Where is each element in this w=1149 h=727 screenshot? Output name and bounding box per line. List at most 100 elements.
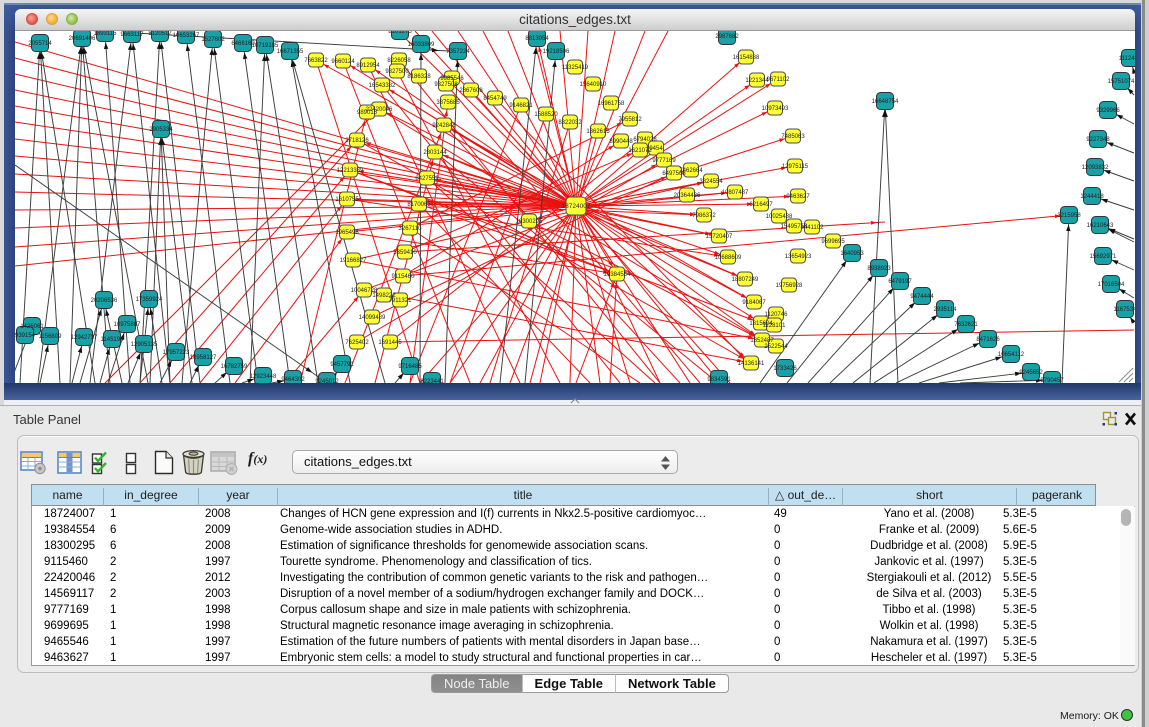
svg-text:7955812: 7955812 xyxy=(618,117,642,123)
svg-text:9663117: 9663117 xyxy=(121,32,145,38)
svg-text:1167534: 1167534 xyxy=(1114,307,1135,313)
svg-text:20364436: 20364436 xyxy=(674,193,701,199)
svg-text:1527602: 1527602 xyxy=(201,37,225,43)
svg-text:15720407: 15720407 xyxy=(706,234,733,240)
svg-text:9660124: 9660124 xyxy=(331,59,355,65)
svg-text:1965498: 1965498 xyxy=(335,230,359,236)
svg-text:6794028: 6794028 xyxy=(633,137,657,143)
svg-text:17016504: 17016504 xyxy=(1098,282,1125,288)
svg-text:8170065: 8170065 xyxy=(407,202,431,208)
svg-text:1893115: 1893115 xyxy=(94,31,118,37)
svg-text:9671102: 9671102 xyxy=(767,77,791,83)
svg-text:16210643: 16210643 xyxy=(1087,223,1114,229)
svg-text:939154: 939154 xyxy=(15,333,36,339)
svg-text:20691406: 20691406 xyxy=(69,36,96,42)
svg-text:19166827: 19166827 xyxy=(340,258,367,264)
svg-text:7663822: 7663822 xyxy=(304,58,328,64)
svg-text:3267110: 3267110 xyxy=(399,226,423,232)
svg-text:10958127: 10958127 xyxy=(190,355,217,361)
svg-text:16154838: 16154838 xyxy=(733,55,760,61)
svg-text:2718126: 2718126 xyxy=(345,138,369,144)
svg-text:9457791: 9457791 xyxy=(330,362,354,368)
svg-text:1112480: 1112480 xyxy=(1119,56,1135,62)
svg-text:2987682: 2987682 xyxy=(715,34,739,40)
svg-text:7911321: 7911321 xyxy=(389,298,413,304)
svg-text:9242848: 9242848 xyxy=(432,123,456,129)
svg-text:1691445: 1691445 xyxy=(378,340,402,346)
svg-text:10973493: 10973493 xyxy=(762,106,789,112)
svg-text:1610755: 1610755 xyxy=(335,197,359,203)
svg-text:15640910: 15640910 xyxy=(580,82,607,88)
svg-text:8427552: 8427552 xyxy=(415,176,439,182)
svg-text:10654112: 10654112 xyxy=(998,352,1025,358)
svg-text:8813054: 8813054 xyxy=(525,36,549,42)
svg-text:18807249: 18807249 xyxy=(732,277,759,283)
svg-text:10807487: 10807487 xyxy=(722,190,749,196)
svg-text:12213389: 12213389 xyxy=(337,168,364,174)
svg-text:9454: 9454 xyxy=(649,146,663,152)
svg-text:15751074: 15751074 xyxy=(1108,79,1135,85)
svg-text:16961758: 16961758 xyxy=(598,101,625,107)
svg-text:10653267: 10653267 xyxy=(173,33,200,39)
svg-text:12093832: 12093832 xyxy=(1082,165,1109,171)
svg-text:1588520: 1588520 xyxy=(534,112,558,118)
svg-text:2803144: 2803144 xyxy=(423,150,447,156)
svg-text:9777169: 9777169 xyxy=(652,158,676,164)
svg-text:8186328: 8186328 xyxy=(407,74,431,80)
svg-text:8990448: 8990448 xyxy=(609,139,633,145)
svg-text:13654923: 13654923 xyxy=(785,254,812,260)
svg-text:10719185: 10719185 xyxy=(252,43,279,49)
svg-text:9146821: 9146821 xyxy=(509,103,533,109)
svg-text:6479197: 6479197 xyxy=(888,279,912,285)
svg-text:7357224: 7357224 xyxy=(446,49,470,55)
svg-text:16648754: 16648754 xyxy=(872,99,899,105)
svg-text:1425061: 1425061 xyxy=(20,324,44,330)
svg-text:1733426: 1733426 xyxy=(773,366,797,372)
svg-text:20206536: 20206536 xyxy=(91,298,118,304)
svg-text:17359924: 17359924 xyxy=(136,297,163,303)
svg-text:15692971: 15692971 xyxy=(1090,254,1117,260)
svg-text:1120746: 1120746 xyxy=(765,312,789,318)
svg-text:7462664: 7462664 xyxy=(679,168,703,174)
svg-text:9227348: 9227348 xyxy=(1086,137,1110,143)
svg-text:8441102: 8441102 xyxy=(801,225,825,231)
svg-text:1156809: 1156809 xyxy=(39,334,63,340)
svg-text:2522544: 2522544 xyxy=(764,344,788,350)
svg-text:19756928: 19756928 xyxy=(776,283,803,289)
svg-text:18724007: 18724007 xyxy=(562,203,591,210)
svg-text:9115460: 9115460 xyxy=(392,274,416,280)
svg-text:12923448: 12923448 xyxy=(250,374,277,380)
svg-text:9474444: 9474444 xyxy=(910,294,934,300)
svg-text:1362615: 1362615 xyxy=(586,129,610,135)
svg-text:3215958: 3215958 xyxy=(1057,213,1081,219)
svg-text:1145194: 1145194 xyxy=(101,337,125,343)
svg-text:12975115: 12975115 xyxy=(782,164,809,170)
svg-text:989015: 989015 xyxy=(357,110,378,116)
svg-text:7625402: 7625402 xyxy=(345,340,369,346)
svg-text:1244418: 1244418 xyxy=(1080,194,1104,200)
svg-text:9327500: 9327500 xyxy=(385,69,409,75)
svg-text:14099489: 14099489 xyxy=(359,315,386,321)
svg-text:12905135: 12905135 xyxy=(131,342,158,348)
svg-text:14136141: 14136141 xyxy=(738,361,765,367)
svg-text:11325419: 11325419 xyxy=(562,65,589,71)
svg-text:9329966: 9329966 xyxy=(1096,108,1120,114)
svg-text:8471626: 8471626 xyxy=(976,337,1000,343)
svg-text:16671355: 16671355 xyxy=(277,49,304,55)
svg-text:7485063: 7485063 xyxy=(781,134,805,140)
svg-text:3824554: 3824554 xyxy=(699,179,723,185)
svg-text:3875685: 3875685 xyxy=(436,100,460,106)
svg-text:10688609: 10688609 xyxy=(715,255,742,261)
svg-text:9699695: 9699695 xyxy=(821,239,845,245)
svg-text:8912954: 8912954 xyxy=(356,63,380,69)
svg-text:9463627: 9463627 xyxy=(786,194,810,200)
svg-text:16782759: 16782759 xyxy=(221,364,248,370)
svg-text:16543382: 16543382 xyxy=(369,83,396,89)
svg-text:8322032: 8322032 xyxy=(558,120,582,126)
svg-text:12942737: 12942737 xyxy=(71,335,98,341)
svg-text:8226058: 8226058 xyxy=(387,58,411,64)
svg-text:7986372: 7986372 xyxy=(692,213,716,219)
svg-text:18300295: 18300295 xyxy=(516,219,543,225)
svg-text:16033809: 16033809 xyxy=(408,42,435,48)
svg-text:8120517: 8120517 xyxy=(148,31,172,37)
